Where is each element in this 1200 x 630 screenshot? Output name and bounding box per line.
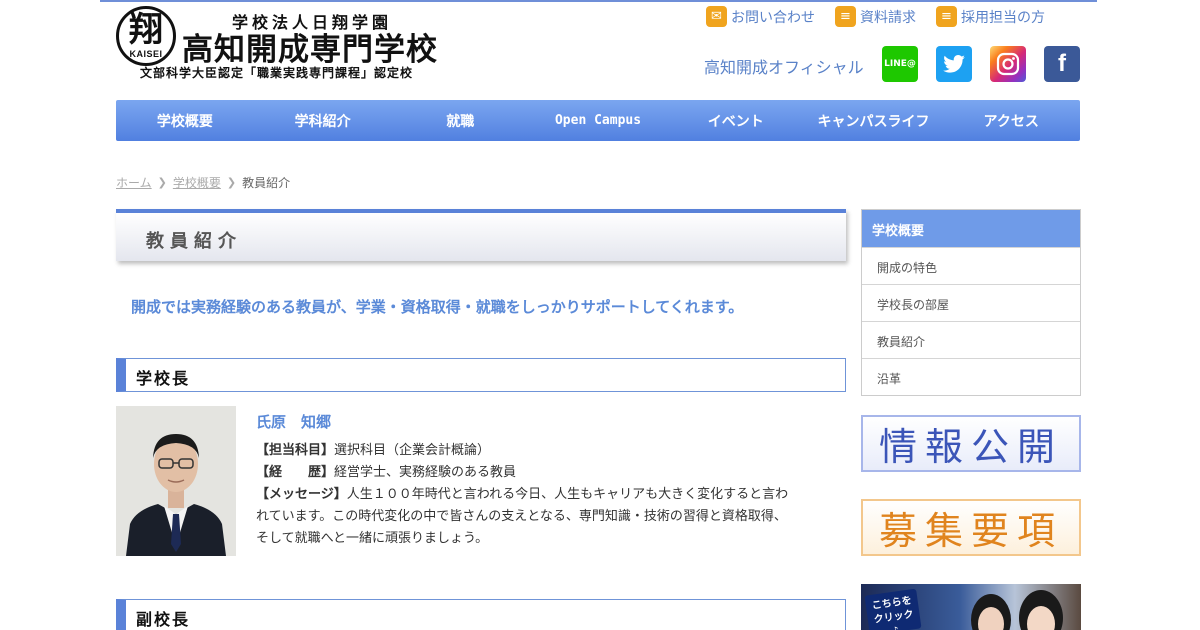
mail-icon: ✉: [706, 6, 727, 27]
staff-subject-label: 【担当科目】: [256, 443, 335, 458]
contact-link[interactable]: ✉ お問い合わせ: [706, 6, 815, 27]
staff-name: 氏原 知郷: [256, 413, 332, 431]
line-icon-label: LINE@: [884, 59, 916, 69]
nav-item-open-campus[interactable]: Open Campus: [529, 100, 667, 141]
staff-career-label: 【経 歴】: [256, 465, 335, 480]
document-icon: ≡: [936, 6, 957, 27]
page-title: 教員紹介: [146, 231, 242, 252]
line-icon[interactable]: LINE@: [882, 46, 918, 82]
top-links: ✉ お問い合わせ ≡ 資料請求 ≡ 採用担当の方: [706, 6, 1045, 27]
nav-item-access[interactable]: アクセス: [942, 100, 1080, 141]
school-logo[interactable]: 翔 KAISEI: [116, 6, 176, 66]
breadcrumb-parent[interactable]: 学校概要: [173, 174, 221, 191]
person-portrait-icon: [116, 406, 236, 556]
chevron-right-icon: ❯: [226, 176, 237, 189]
sidebar-item-principal-room[interactable]: 学校長の部屋: [862, 284, 1080, 321]
sidebar-item-history[interactable]: 沿革: [862, 358, 1080, 395]
sidebar-heading[interactable]: 学校概要: [862, 210, 1080, 247]
logo-latin: KAISEI: [129, 49, 163, 59]
sidebar-item-faculty[interactable]: 教員紹介: [862, 321, 1080, 358]
click-here-badge: こちらをクリック♪: [864, 588, 922, 630]
breadcrumb: ホーム ❯ 学校概要 ❯ 教員紹介: [116, 174, 290, 191]
staff-message-row: 【メッセージ】人生１００年時代と言われる今日、人生もキャリアも大きく変化すると言…: [256, 484, 796, 550]
section-heading-text: 副校長: [136, 610, 191, 629]
campus-promo-banner[interactable]: こちらをクリック♪: [861, 584, 1081, 630]
nav-item-campus-life[interactable]: キャンパスライフ: [805, 100, 943, 141]
breadcrumb-current: 教員紹介: [242, 176, 291, 190]
staff-career: 経営学士、実務経験のある教員: [334, 465, 517, 480]
chevron-right-icon: ❯: [157, 176, 167, 189]
staff-career-row: 【経 歴】経営学士、実務経験のある教員: [256, 462, 796, 484]
recruiter-link[interactable]: ≡ 採用担当の方: [936, 6, 1045, 27]
staff-subject: 選択科目（企業会計概論）: [334, 443, 491, 458]
instagram-camera-icon: [996, 52, 1020, 76]
document-icon: ≡: [835, 6, 856, 27]
nav-item-events[interactable]: イベント: [667, 100, 805, 141]
staff-message-label: 【メッセージ】: [256, 487, 347, 502]
official-sns-label: 高知開成オフィシャル: [704, 58, 864, 77]
sidebar-menu: 学校概要 開成の特色 学校長の部屋 教員紹介 沿革: [861, 209, 1081, 396]
section-heading: 学校長: [116, 358, 846, 392]
main-nav: 学校概要 学科紹介 就職 Open Campus イベント キャンパスライフ ア…: [116, 100, 1080, 141]
twitter-bird-icon: [943, 55, 965, 73]
students-photo-icon: [971, 590, 1063, 630]
twitter-icon[interactable]: [936, 46, 972, 82]
sidebar-item-features[interactable]: 開成の特色: [862, 247, 1080, 284]
brochure-request-link[interactable]: ≡ 資料請求: [835, 6, 916, 27]
certification-text: 文部科学大臣認定「職業実践専門課程」認定校: [140, 66, 414, 80]
principal-photo: [116, 406, 236, 556]
school-name[interactable]: 高知開成専門学校: [182, 24, 438, 69]
staff-info: 【担当科目】選択科目（企業会計概論） 【経 歴】経営学士、実務経験のある教員 【…: [256, 440, 796, 550]
facebook-icon[interactable]: f: [1044, 46, 1080, 82]
breadcrumb-home[interactable]: ホーム: [116, 174, 152, 191]
section-heading: 副校長: [116, 599, 846, 630]
nav-item-employment[interactable]: 就職: [391, 100, 529, 141]
section-heading-text: 学校長: [136, 369, 191, 388]
nav-item-departments[interactable]: 学科紹介: [254, 100, 392, 141]
nav-item-about[interactable]: 学校概要: [116, 100, 254, 141]
lead-text: 開成では実務経験のある教員が、学業・資格取得・就職をしっかりサポートしてくれます…: [131, 298, 744, 316]
brochure-request-label: 資料請求: [860, 9, 916, 26]
contact-link-label: お問い合わせ: [731, 9, 815, 26]
facebook-icon-label: f: [1058, 50, 1066, 77]
admission-guide-banner[interactable]: 募集要項: [861, 499, 1081, 556]
staff-subject-row: 【担当科目】選択科目（企業会計概論）: [256, 440, 796, 462]
recruiter-link-label: 採用担当の方: [961, 9, 1045, 26]
top-accent-line: [100, 0, 1097, 2]
page-title-box: 教員紹介: [116, 209, 846, 261]
info-disclosure-banner[interactable]: 情報公開: [861, 415, 1081, 472]
instagram-icon[interactable]: [990, 46, 1026, 82]
logo-kanji: 翔: [129, 10, 163, 50]
